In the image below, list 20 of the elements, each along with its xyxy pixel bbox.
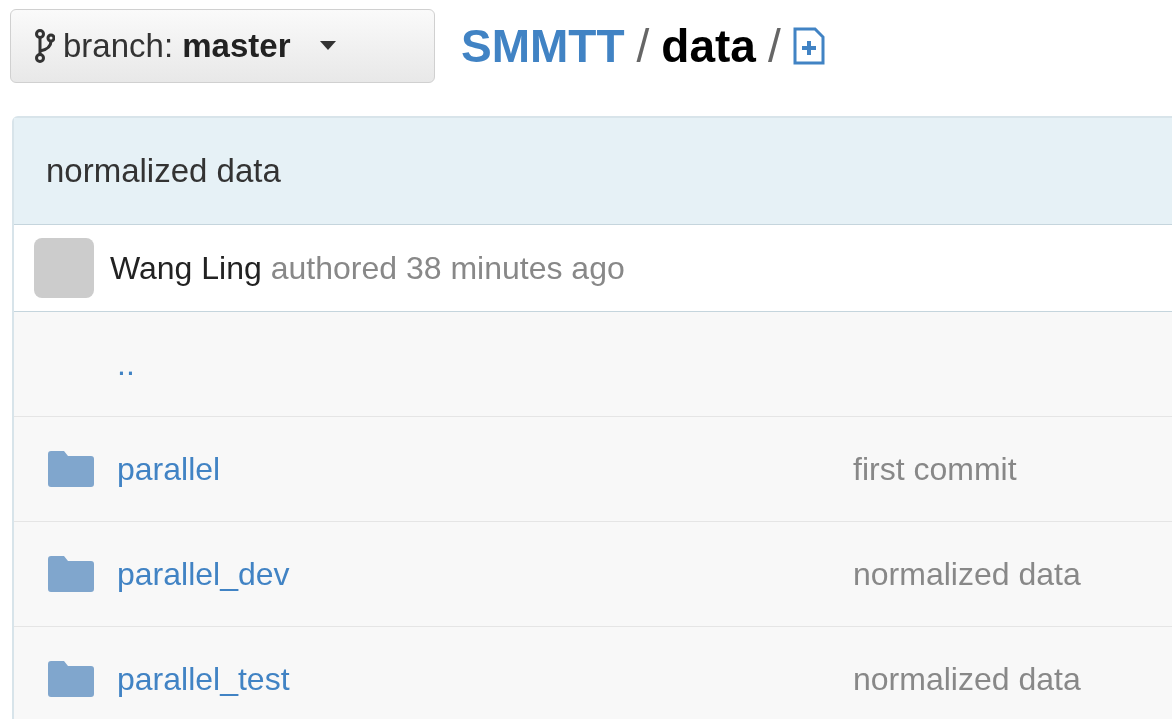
commit-author-line: Wang Ling authored 38 minutes ago xyxy=(110,249,625,287)
commit-message: normalized data xyxy=(853,555,1081,593)
caret-icon xyxy=(320,41,337,51)
repo-link[interactable]: SMMTT xyxy=(461,19,625,73)
new-file-icon[interactable] xyxy=(792,27,825,65)
folder-link[interactable]: parallel_test xyxy=(117,660,853,698)
commit-title: normalized data xyxy=(14,118,1172,225)
branch-icon xyxy=(35,29,55,63)
avatar-icon xyxy=(34,238,94,298)
folder-icon xyxy=(48,661,94,697)
folder-link[interactable]: parallel_dev xyxy=(117,555,853,593)
path-separator: / xyxy=(636,19,650,73)
folder-name: data xyxy=(661,19,756,73)
branch-button[interactable]: branch: master xyxy=(10,9,435,83)
folder-icon xyxy=(48,451,94,487)
folder-icon xyxy=(48,556,94,592)
path-separator: / xyxy=(767,19,781,73)
commit-message: normalized data xyxy=(853,660,1081,698)
commit-message: first commit xyxy=(853,450,1017,488)
folder-link[interactable]: parallel xyxy=(117,450,853,488)
